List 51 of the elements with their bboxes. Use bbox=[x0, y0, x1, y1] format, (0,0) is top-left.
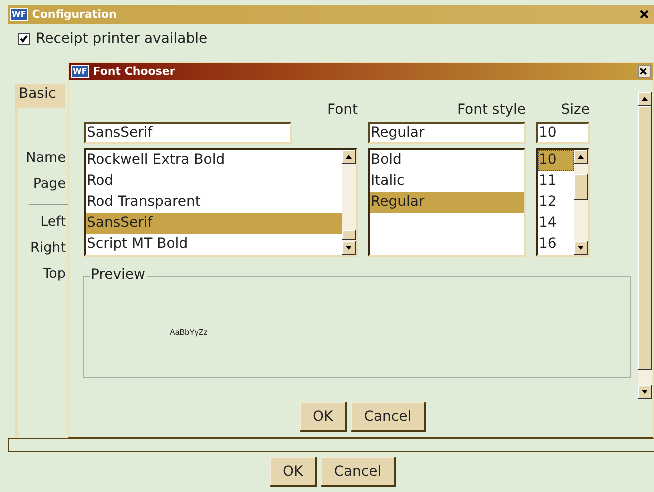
list-item[interactable]: Script MT Bold bbox=[86, 234, 342, 255]
ok-button[interactable]: OK bbox=[270, 457, 318, 487]
field-label: Top bbox=[43, 265, 67, 284]
down-arrow-icon bbox=[578, 246, 584, 250]
column-label: Font bbox=[326, 101, 358, 119]
list-item[interactable]: Regular bbox=[370, 192, 524, 213]
down-arrow-icon bbox=[346, 246, 352, 250]
list-item[interactable]: Rod Transparent bbox=[86, 192, 342, 213]
tab[interactable]: Basic bbox=[15, 84, 65, 108]
list-item[interactable]: Rockwell Extra Bold bbox=[86, 150, 342, 171]
list-item[interactable]: Rod bbox=[86, 171, 342, 192]
checkbox-label: Receipt printer available bbox=[36, 31, 208, 47]
up-arrow-icon bbox=[642, 97, 648, 101]
column-label: Size bbox=[560, 101, 590, 119]
field-label: Page bbox=[33, 175, 67, 194]
dialog-title: Font Chooser bbox=[93, 65, 176, 78]
list-item[interactable]: 11 bbox=[538, 171, 574, 192]
list-item[interactable]: 14 bbox=[538, 213, 574, 234]
list-item[interactable]: 10 bbox=[538, 150, 574, 171]
scroll-up-button[interactable] bbox=[342, 150, 356, 164]
checkbox[interactable] bbox=[18, 33, 30, 45]
field-label: Left bbox=[40, 213, 67, 232]
down-arrow-icon bbox=[642, 390, 648, 394]
app-logo: WF bbox=[10, 8, 28, 21]
close-icon bbox=[639, 9, 650, 20]
cancel-button[interactable]: Cancel bbox=[321, 457, 396, 487]
column-label: Font style bbox=[456, 101, 526, 119]
scroll-down-button[interactable] bbox=[638, 385, 652, 399]
up-arrow-icon bbox=[346, 155, 352, 159]
list-item[interactable]: Italic bbox=[370, 171, 524, 192]
preview-text: AaBbYyZz bbox=[170, 328, 208, 337]
window-title: Configuration bbox=[32, 8, 118, 21]
input-field[interactable]: SansSerif bbox=[84, 122, 292, 144]
app-logo: WF bbox=[71, 65, 90, 78]
list-item[interactable]: 16 bbox=[538, 234, 574, 255]
ok-button[interactable]: OK bbox=[300, 402, 348, 432]
list-item[interactable]: Bold bbox=[370, 150, 524, 171]
scroll-down-button[interactable] bbox=[574, 241, 588, 255]
list-item[interactable]: 12 bbox=[538, 192, 574, 213]
close-icon bbox=[639, 67, 648, 76]
cancel-button[interactable]: Cancel bbox=[351, 402, 426, 432]
input-field[interactable]: 10 bbox=[536, 122, 590, 144]
scroll-down-button[interactable] bbox=[342, 241, 356, 255]
input-field[interactable]: Regular bbox=[368, 122, 526, 144]
field-label: Name bbox=[26, 149, 67, 168]
up-arrow-icon bbox=[578, 155, 584, 159]
close-button[interactable] bbox=[638, 65, 651, 78]
scroll-up-button[interactable] bbox=[574, 150, 588, 164]
scroll-up-button[interactable] bbox=[638, 92, 652, 106]
field-label: Right bbox=[30, 239, 67, 258]
list-item[interactable]: SansSerif bbox=[86, 213, 342, 234]
